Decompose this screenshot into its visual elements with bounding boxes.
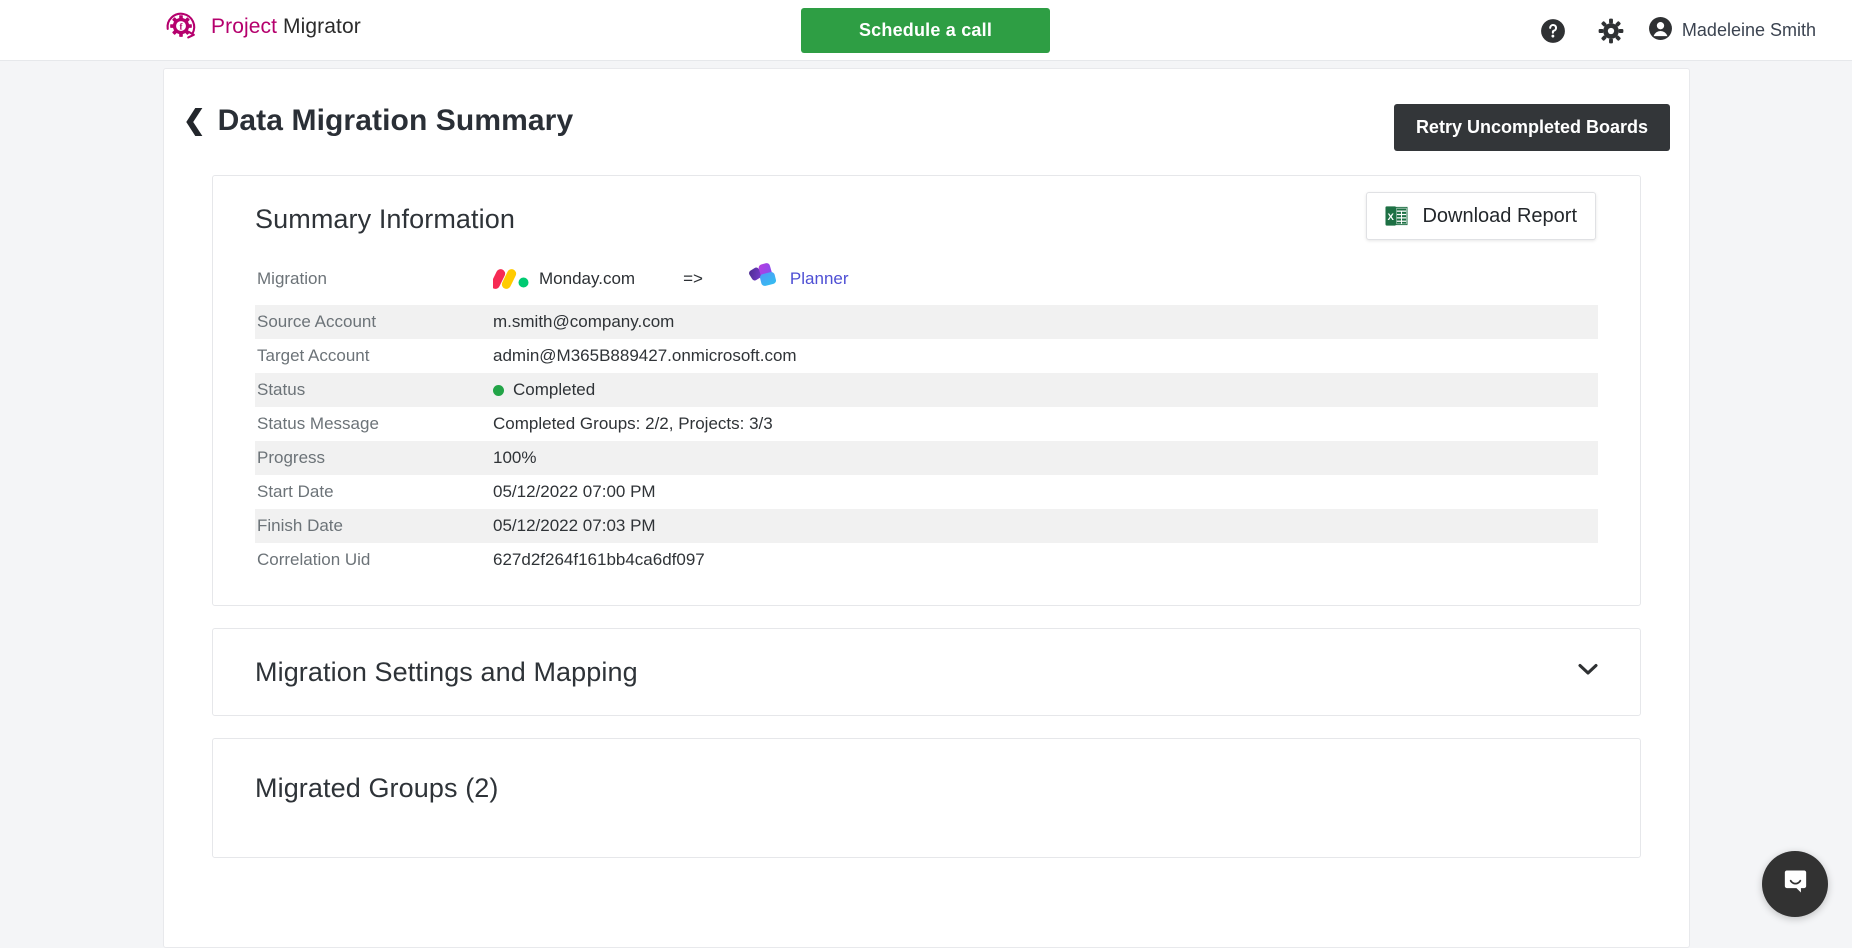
migration-target-name: Planner (790, 269, 849, 289)
user-account-menu[interactable]: Madeleine Smith (1648, 16, 1822, 46)
retry-uncompleted-boards-button[interactable]: Retry Uncompleted Boards (1394, 104, 1670, 151)
row-key: Correlation Uid (255, 550, 493, 570)
table-row: Source Account m.smith@company.com (255, 305, 1598, 339)
row-key: Status (255, 380, 493, 400)
microsoft-planner-logo-icon (749, 262, 780, 296)
table-row: Start Date 05/12/2022 07:00 PM (255, 475, 1598, 509)
download-report-button[interactable]: X (1366, 192, 1596, 240)
summary-panel-header: Summary Information X (213, 176, 1640, 239)
migrated-groups-title: Migrated Groups (2) (255, 773, 499, 804)
chevron-left-icon[interactable]: ❮ (183, 107, 206, 134)
migration-target: Planner (749, 262, 849, 296)
brand-logo-link[interactable]: f Project Migrator (162, 8, 361, 46)
monday-com-logo-icon (493, 265, 529, 294)
row-key: Target Account (255, 346, 493, 366)
summary-information-panel: Summary Information X (212, 175, 1641, 606)
summary-information-table: Migration Monday.com => (213, 253, 1640, 605)
row-value: admin@M365B889427.onmicrosoft.com (493, 346, 797, 366)
row-value: Monday.com => (493, 262, 849, 296)
migrated-groups-panel[interactable]: Migrated Groups (2) (212, 738, 1641, 858)
row-key: Status Message (255, 414, 493, 434)
status-badge-dot (493, 385, 504, 396)
migration-source-name: Monday.com (539, 269, 635, 289)
gear-refresh-logo-icon: f (162, 8, 200, 46)
chat-launcher-button[interactable] (1762, 851, 1828, 917)
top-navigation-bar: f Project Migrator Schedule a call (0, 0, 1852, 61)
row-key: Source Account (255, 312, 493, 332)
page-title: Data Migration Summary (218, 104, 574, 138)
row-value: m.smith@company.com (493, 312, 674, 332)
download-report-label: Download Report (1422, 205, 1577, 228)
summary-panel-title: Summary Information (255, 204, 515, 234)
row-key: Progress (255, 448, 493, 468)
user-avatar-icon (1648, 16, 1673, 46)
chevron-down-icon[interactable] (1578, 663, 1598, 681)
migration-arrow: => (683, 269, 703, 289)
row-value: 05/12/2022 07:00 PM (493, 482, 656, 502)
page-header: ❮ Data Migration Summary Retry Uncomplet… (164, 69, 1689, 175)
row-key: Finish Date (255, 516, 493, 536)
chat-bubble-icon (1780, 866, 1811, 902)
status-label: Completed (513, 380, 595, 400)
main-content-card: ❮ Data Migration Summary Retry Uncomplet… (163, 68, 1690, 948)
schedule-a-call-button[interactable]: Schedule a call (801, 8, 1050, 53)
table-row: Target Account admin@M365B889427.onmicro… (255, 339, 1598, 373)
table-row-migration: Migration Monday.com => (255, 253, 1598, 305)
table-row: Correlation Uid 627d2f264f161bb4ca6df097 (255, 543, 1598, 577)
brand-title-primary: Project (211, 15, 277, 38)
migration-settings-title: Migration Settings and Mapping (255, 657, 638, 688)
migration-source: Monday.com (493, 265, 635, 294)
brand-title: Project Migrator (211, 15, 361, 39)
page-title-group: ❮ Data Migration Summary (183, 104, 573, 138)
row-key: Migration (255, 269, 493, 289)
svg-text:X: X (1388, 212, 1395, 223)
migration-settings-and-mapping-panel[interactable]: Migration Settings and Mapping (212, 628, 1641, 716)
row-value: Completed Groups: 2/2, Projects: 3/3 (493, 414, 773, 434)
excel-file-icon: X (1385, 204, 1408, 228)
row-value: Completed (493, 380, 595, 400)
brand-title-secondary: Migrator (277, 15, 361, 38)
table-row: Finish Date 05/12/2022 07:03 PM (255, 509, 1598, 543)
row-key: Start Date (255, 482, 493, 502)
user-name-label: Madeleine Smith (1682, 20, 1816, 41)
top-bar-actions: Madeleine Smith (1524, 0, 1822, 61)
table-row: Progress 100% (255, 441, 1598, 475)
gear-icon[interactable] (1582, 0, 1640, 61)
table-row: Status Message Completed Groups: 2/2, Pr… (255, 407, 1598, 441)
table-row-status: Status Completed (255, 373, 1598, 407)
row-value: 05/12/2022 07:03 PM (493, 516, 656, 536)
row-value: 100% (493, 448, 536, 468)
row-value: 627d2f264f161bb4ca6df097 (493, 550, 705, 570)
help-circle-icon[interactable] (1524, 0, 1582, 61)
